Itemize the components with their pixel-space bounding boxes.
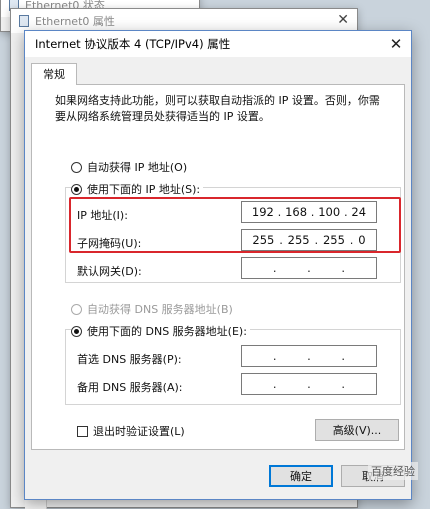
ip-address-field[interactable]: 192. 168. 100. 24 — [241, 201, 377, 223]
ip-octet: 168 — [285, 205, 308, 219]
auto-dns-label: 自动获得 DNS 服务器地址(B) — [87, 303, 233, 316]
auto-dns-radio[interactable]: 自动获得 DNS 服务器地址(B) — [71, 301, 236, 317]
checkbox-icon — [77, 425, 88, 437]
manual-dns-radio[interactable]: 使用下面的 DNS 服务器地址(E): — [71, 323, 250, 339]
advanced-button[interactable]: 高级(V)... — [315, 419, 399, 441]
ip-octet: 24 — [351, 205, 367, 219]
auto-ip-radio[interactable]: 自动获得 IP 地址(O) — [71, 159, 191, 175]
preferred-dns-field[interactable]: . . . — [241, 345, 377, 367]
validate-on-exit-label: 退出时验证设置(L) — [93, 425, 185, 438]
network-icon — [19, 15, 29, 27]
properties-window-title: Ethernet0 属性 — [35, 15, 115, 28]
gateway-field[interactable]: . . . — [241, 257, 377, 279]
mask-octet: 255 — [287, 233, 310, 247]
mask-octet: 0 — [358, 233, 366, 247]
ok-button[interactable]: 确定 — [269, 465, 333, 487]
manual-dns-label: 使用下面的 DNS 服务器地址(E): — [87, 325, 247, 338]
manual-ip-radio[interactable]: 使用下面的 IP 地址(S): — [71, 181, 204, 197]
mask-octet: 255 — [252, 233, 275, 247]
gateway-label: 默认网关(D): — [77, 265, 142, 278]
tab-general[interactable]: 常规 — [31, 63, 77, 85]
mask-octet: 255 — [322, 233, 345, 247]
ipv4-properties-dialog: Internet 协议版本 4 (TCP/IPv4) 属性 ✕ 常规 如果网络支… — [24, 30, 412, 500]
radio-selected-icon — [71, 183, 82, 195]
watermark: 百度经验 — [368, 462, 418, 480]
dialog-titlebar: Internet 协议版本 4 (TCP/IPv4) 属性 — [25, 31, 411, 57]
radio-icon — [71, 303, 82, 315]
validate-on-exit-checkbox[interactable]: 退出时验证设置(L) — [77, 423, 185, 439]
subnet-mask-field[interactable]: 255. 255. 255. 0 — [241, 229, 377, 251]
ip-octet: 100 — [318, 205, 341, 219]
manual-ip-label: 使用下面的 IP 地址(S): — [87, 183, 201, 196]
auto-ip-label: 自动获得 IP 地址(O) — [87, 161, 188, 174]
ip-address-label: IP 地址(I): — [77, 209, 128, 222]
ip-octet: 192 — [251, 205, 274, 219]
description-text: 如果网络支持此功能，则可以获取自动指派的 IP 设置。否则，你需要从网络系统管理… — [55, 94, 380, 123]
alternate-dns-field[interactable]: . . . — [241, 373, 377, 395]
subnet-mask-label: 子网掩码(U): — [77, 237, 142, 250]
dialog-title: Internet 协议版本 4 (TCP/IPv4) 属性 — [35, 37, 231, 51]
close-button[interactable]: ✕ — [385, 34, 407, 54]
alternate-dns-label: 备用 DNS 服务器(A): — [77, 381, 183, 394]
close-icon[interactable]: ✕ — [337, 12, 349, 28]
preferred-dns-label: 首选 DNS 服务器(P): — [77, 353, 182, 366]
radio-selected-icon — [71, 325, 82, 337]
radio-icon — [71, 161, 82, 173]
